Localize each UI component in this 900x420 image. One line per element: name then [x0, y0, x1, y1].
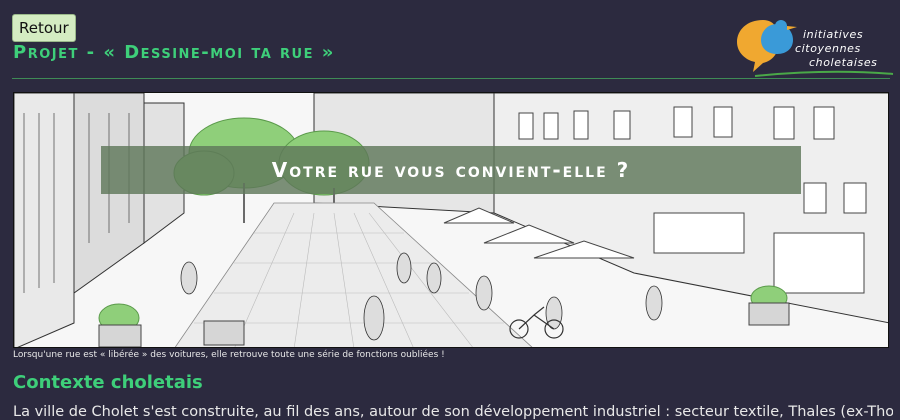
back-button[interactable]: Retour: [12, 14, 76, 42]
image-caption: Lorsqu'une rue est « libérée » des voitu…: [13, 350, 445, 360]
logo-text: initiatives citoyennes choletaises: [795, 28, 878, 69]
site-logo[interactable]: initiatives citoyennes choletaises: [735, 14, 895, 78]
header-divider: [12, 78, 890, 79]
section-heading-contexte: Contexte choletais: [13, 372, 203, 393]
hero-banner-text: Votre rue vous convient-elle ?: [271, 158, 631, 182]
street-sketch-image: [14, 93, 888, 347]
street-illustration: Votre rue vous convient-elle ?: [13, 92, 889, 348]
hero-banner: Votre rue vous convient-elle ?: [101, 146, 801, 194]
page-title: Projet - « Dessine-moi ta rue »: [13, 42, 335, 63]
